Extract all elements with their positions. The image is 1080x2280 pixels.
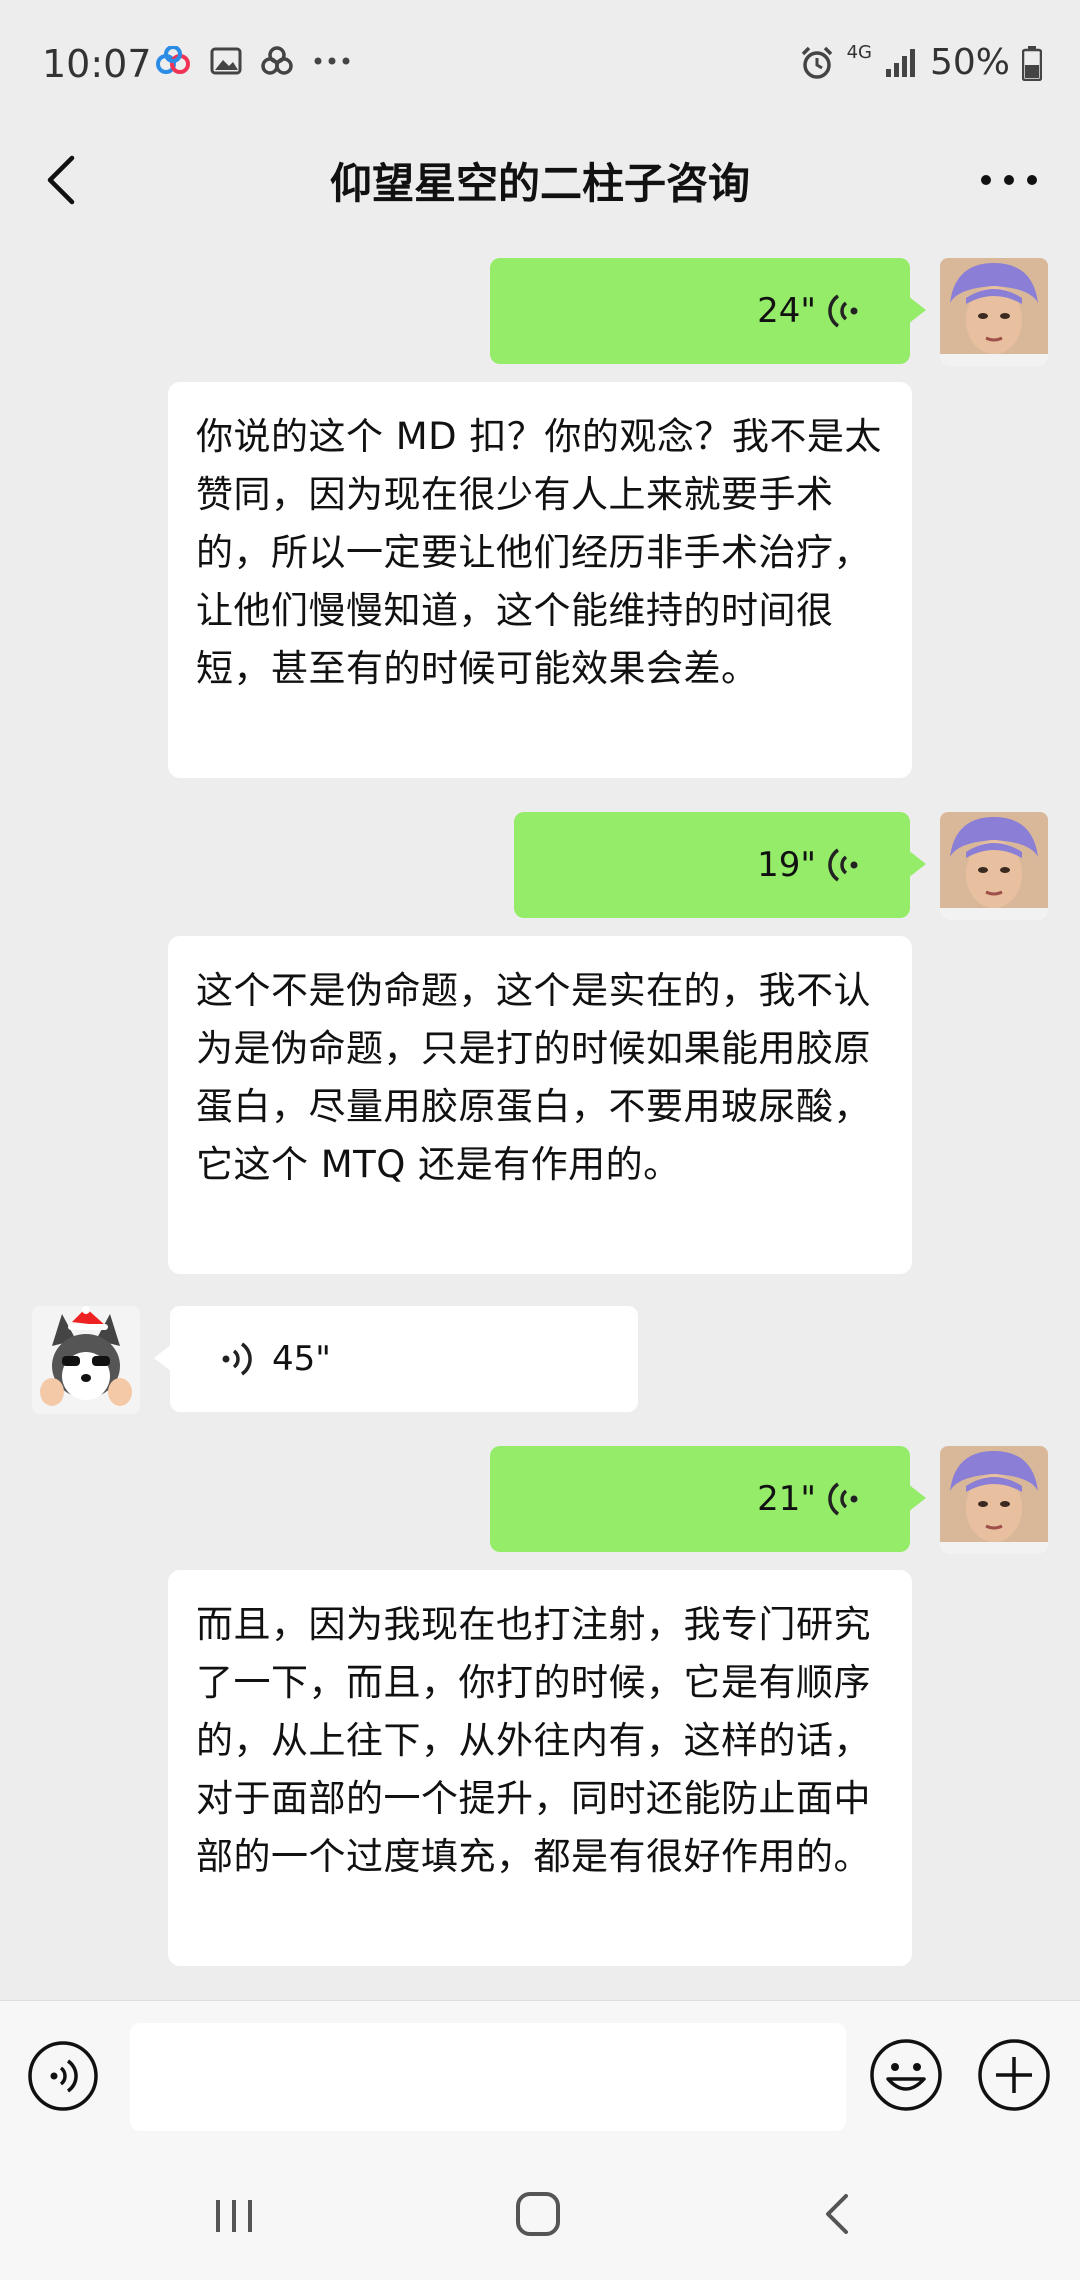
voice-wave-icon [828, 848, 858, 882]
avatar[interactable] [32, 1306, 140, 1414]
avatar[interactable] [940, 1446, 1048, 1554]
text-message: 这个不是伪命题，这个是实在的，我不认为是伪命题，只是打的时候如果能用胶原蛋白，尽… [168, 936, 912, 1274]
message-text: 这个不是伪命题，这个是实在的，我不认为是伪命题，只是打的时候如果能用胶原蛋白，尽… [196, 969, 871, 1186]
voice-message[interactable]: 21" [490, 1446, 926, 1552]
alarm-icon [801, 46, 832, 79]
app-icon [261, 46, 293, 75]
back-icon[interactable] [818, 2190, 858, 2238]
status-right: 4G 50% [799, 42, 1042, 83]
avatar[interactable] [940, 258, 1048, 366]
voice-message[interactable]: 19" [514, 812, 926, 918]
battery-percent: 50% [929, 42, 1010, 83]
voice-duration: 24" [757, 291, 816, 331]
voice-duration: 21" [757, 1479, 816, 1519]
status-bar: 10:07 4G 50% [0, 0, 1080, 130]
user-avatar-image [940, 258, 1048, 366]
gallery-icon [210, 47, 242, 75]
chat-header: 仰望星空的二柱子咨询 [0, 130, 1080, 230]
app-notification-icon [156, 46, 190, 74]
voice-duration: 19" [757, 845, 816, 885]
status-left-icons [154, 46, 352, 76]
user-avatar-image [940, 812, 1048, 920]
text-message: 你说的这个 MD 扣？你的观念？我不是太赞同，因为现在很少有人上来就要手术的，所… [168, 382, 912, 778]
chat-input-bar [0, 2000, 1080, 2151]
message-input[interactable] [130, 2023, 846, 2131]
battery-icon [1022, 45, 1042, 81]
network-type: 4G [846, 42, 872, 63]
home-icon[interactable] [512, 2188, 564, 2240]
message-text: 而且，因为我现在也打注射，我专门研究了一下，而且，你打的时候，它是有顺序的，从上… [196, 1603, 871, 1878]
chat-title: 仰望星空的二柱子咨询 [329, 159, 750, 208]
recent-apps-icon[interactable] [210, 2192, 258, 2240]
ellipsis-icon[interactable] [974, 150, 1044, 210]
plus-icon[interactable] [976, 2037, 1052, 2113]
signal-icon [885, 48, 915, 77]
user-avatar-image [940, 1446, 1048, 1554]
avatar[interactable] [940, 812, 1048, 920]
voice-message[interactable]: 24" [490, 258, 926, 364]
voice-wave-icon [828, 1482, 858, 1516]
system-nav-bar [0, 2150, 1080, 2280]
contact-avatar-image [32, 1306, 140, 1414]
voice-wave-icon [222, 1342, 252, 1376]
message-text: 你说的这个 MD 扣？你的观念？我不是太赞同，因为现在很少有人上来就要手术的，所… [196, 415, 882, 690]
emoji-icon[interactable] [868, 2037, 944, 2113]
voice-input-icon[interactable] [26, 2039, 100, 2113]
voice-wave-icon [828, 294, 858, 328]
more-dots-icon [314, 57, 350, 65]
voice-duration: 45" [272, 1339, 331, 1379]
status-time: 10:07 [42, 42, 152, 86]
text-message: 而且，因为我现在也打注射，我专门研究了一下，而且，你打的时候，它是有顺序的，从上… [168, 1570, 912, 1966]
voice-message[interactable]: 45" [154, 1306, 638, 1412]
